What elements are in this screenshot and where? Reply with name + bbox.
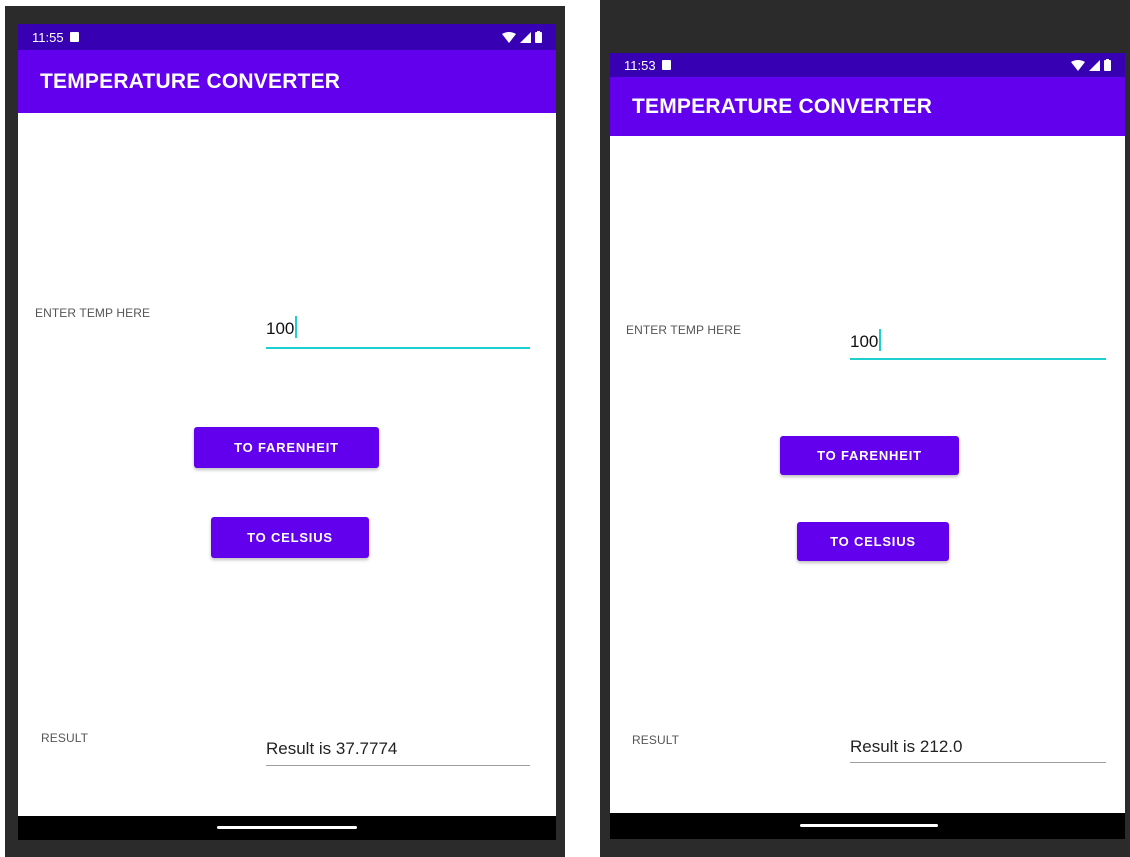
home-indicator[interactable] bbox=[217, 826, 357, 829]
battery-icon bbox=[535, 31, 542, 43]
battery-icon bbox=[1104, 59, 1111, 71]
result-underline bbox=[850, 762, 1106, 763]
app-title: TEMPERATURE CONVERTER bbox=[632, 94, 933, 118]
result-underline bbox=[266, 765, 530, 766]
navigation-bar bbox=[18, 816, 556, 840]
signal-icon bbox=[520, 31, 531, 43]
result-label: RESULT bbox=[41, 731, 89, 745]
to-fahrenheit-button[interactable]: TO FARENHEIT bbox=[780, 436, 959, 475]
temp-input-underline bbox=[850, 358, 1106, 360]
result-value: Result is 37.7774 bbox=[266, 739, 398, 758]
phone-screen-left: 11:55 TEMPERATURE CONVERTER ENTER TEMP H… bbox=[18, 24, 556, 840]
app-bar: TEMPERATURE CONVERTER bbox=[610, 77, 1125, 136]
temp-input-value: 100 bbox=[266, 319, 295, 338]
temp-input[interactable]: 100 bbox=[850, 329, 1106, 357]
app-title: TEMPERATURE CONVERTER bbox=[40, 69, 341, 93]
to-fahrenheit-button[interactable]: TO FARENHEIT bbox=[194, 427, 379, 468]
temp-input-underline bbox=[266, 347, 530, 349]
temp-input[interactable]: 100 bbox=[266, 316, 530, 346]
device-frame-right: 11:53 TEMPERATURE CONVERTER ENTER TEMP H… bbox=[600, 0, 1130, 857]
wifi-icon bbox=[502, 31, 516, 43]
phone-screen-right: 11:53 TEMPERATURE CONVERTER ENTER TEMP H… bbox=[610, 53, 1125, 839]
wifi-icon bbox=[1071, 59, 1085, 71]
to-celsius-button[interactable]: TO CELSIUS bbox=[797, 522, 949, 561]
temp-label: ENTER TEMP HERE bbox=[626, 323, 742, 337]
sd-card-icon bbox=[69, 32, 79, 42]
result-value: Result is 212.0 bbox=[850, 737, 963, 756]
signal-icon bbox=[1089, 59, 1100, 71]
app-bar: TEMPERATURE CONVERTER bbox=[18, 50, 556, 113]
sd-card-icon bbox=[661, 60, 671, 70]
to-celsius-button[interactable]: TO CELSIUS bbox=[211, 517, 369, 558]
status-bar: 11:55 bbox=[18, 24, 556, 50]
status-bar: 11:53 bbox=[610, 53, 1125, 77]
temp-input-value: 100 bbox=[850, 332, 879, 351]
result-label: RESULT bbox=[632, 733, 680, 747]
temp-label: ENTER TEMP HERE bbox=[35, 306, 151, 320]
text-cursor bbox=[879, 329, 882, 351]
device-frame-left: 11:55 TEMPERATURE CONVERTER ENTER TEMP H… bbox=[5, 6, 565, 857]
navigation-bar bbox=[610, 813, 1125, 839]
text-cursor bbox=[295, 316, 298, 338]
status-time: 11:53 bbox=[624, 57, 656, 73]
status-time: 11:55 bbox=[32, 29, 64, 45]
home-indicator[interactable] bbox=[800, 824, 938, 827]
